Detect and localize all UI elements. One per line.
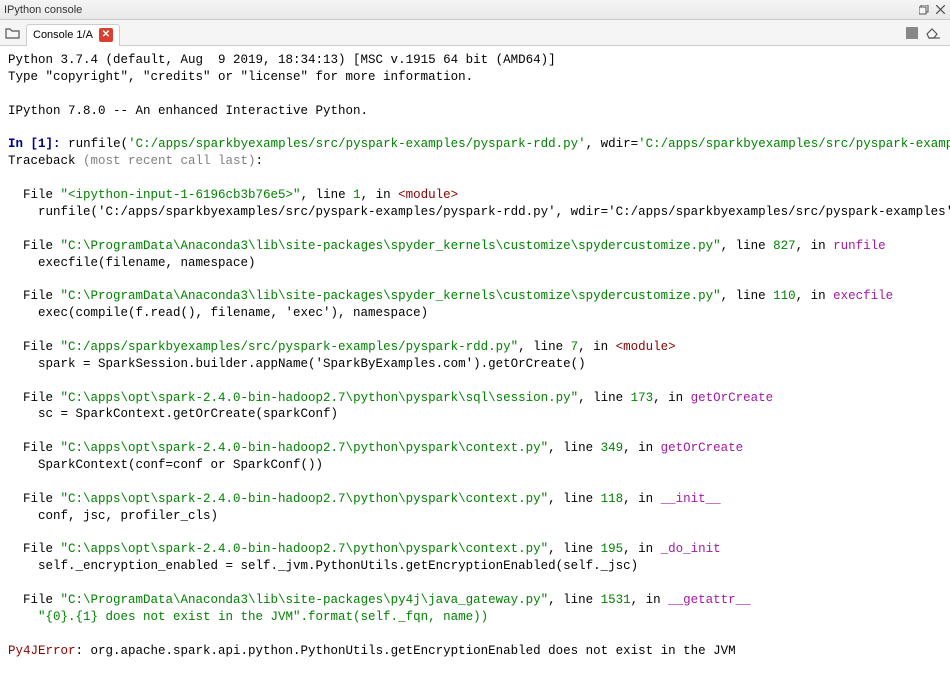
title-controls [918, 4, 946, 16]
title-bar: IPython console [0, 0, 950, 20]
restore-icon[interactable] [918, 4, 930, 16]
tab-close-button[interactable]: ✕ [99, 28, 113, 42]
tab-label: Console 1/A [33, 29, 93, 41]
window-title: IPython console [4, 4, 82, 16]
tab-console-1a[interactable]: Console 1/A ✕ [26, 24, 120, 46]
close-icon[interactable] [934, 4, 946, 16]
console-output[interactable]: Python 3.7.4 (default, Aug 9 2019, 18:34… [0, 46, 950, 682]
open-folder-icon[interactable] [2, 22, 24, 44]
clear-icon[interactable] [926, 25, 942, 41]
console-text: Python 3.7.4 (default, Aug 9 2019, 18:34… [8, 53, 950, 682]
stop-icon[interactable] [904, 25, 920, 41]
tab-bar: Console 1/A ✕ [0, 20, 950, 46]
